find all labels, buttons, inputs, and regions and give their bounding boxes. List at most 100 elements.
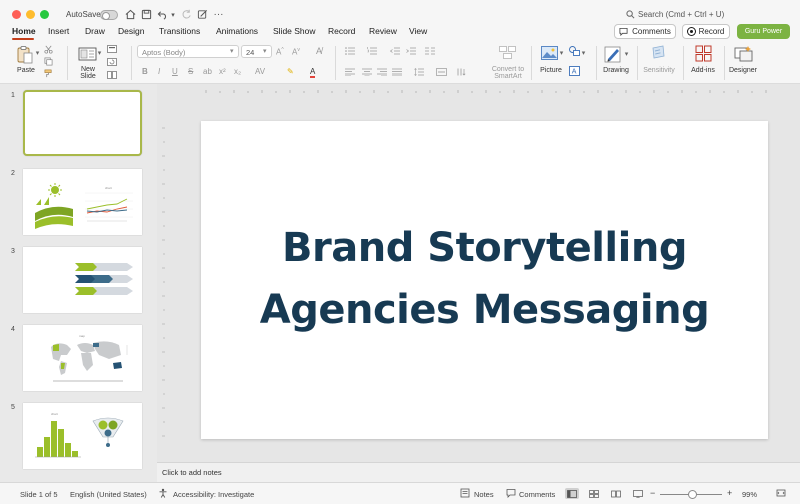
zoom-slider-handle[interactable] [688,490,697,499]
window-minimize-button[interactable] [26,10,35,19]
zoom-in-icon[interactable]: + [727,488,732,498]
add-ins-icon[interactable] [694,44,712,62]
redo-icon[interactable] [180,8,193,21]
status-bar: Slide 1 of 5 English (United States) Acc… [0,482,800,504]
increase-font-icon[interactable]: A^ [276,47,284,57]
reset-slide-icon[interactable] [106,57,117,66]
bullets-icon[interactable] [344,46,356,55]
comments-toggle-button[interactable]: Comments [519,490,555,499]
layout-icon[interactable] [106,44,117,53]
cut-icon[interactable] [43,45,53,54]
record-button[interactable]: Record [682,24,730,39]
section-icon[interactable] [106,70,117,79]
tab-slide-show[interactable]: Slide Show [273,26,316,36]
zoom-out-icon[interactable]: − [650,488,655,498]
search-box[interactable]: Search (Cmd + Ctrl + U) [626,10,724,19]
customize-icon[interactable] [196,8,209,21]
drawing-chevron-icon[interactable]: ▾ [623,50,630,58]
numbering-icon[interactable] [366,46,378,55]
font-name-chevron-icon[interactable]: ▾ [230,45,240,58]
slide-thumbnail-5[interactable]: chart [23,403,142,469]
tab-design[interactable]: Design [118,26,144,36]
notes-toggle-button[interactable]: Notes [474,490,494,499]
autosave-label: AutoSave [66,10,101,19]
bold-icon[interactable]: B [142,67,148,76]
increase-indent-icon[interactable] [405,46,417,55]
line-spacing-icon[interactable] [413,67,425,76]
superscript-icon[interactable]: x² [219,67,226,76]
tab-insert[interactable]: Insert [48,26,69,36]
text-align-vertical-icon[interactable] [435,67,447,76]
paste-chevron-icon[interactable]: ▾ [34,49,41,57]
tab-home[interactable]: Home [12,26,36,36]
slide-sorter-view-icon[interactable] [587,488,601,499]
italic-icon[interactable]: I [158,67,160,76]
drawing-icon[interactable] [603,44,623,64]
tab-draw[interactable]: Draw [85,26,105,36]
undo-dropdown-chevron-icon[interactable]: ▾ [169,8,177,21]
font-size-value: 24 [246,48,255,57]
home-icon[interactable] [124,8,137,21]
tab-transitions[interactable]: Transitions [159,26,200,36]
slide-thumbnail-3[interactable] [23,247,142,313]
slide-title[interactable]: Brand Storytelling Agencies Messaging [201,217,768,341]
picture-icon[interactable] [540,45,558,60]
align-left-icon[interactable] [344,67,356,76]
text-direction-icon[interactable]: AV [255,67,265,76]
shapes-chevron-icon[interactable]: ▾ [580,49,587,57]
new-slide-chevron-icon[interactable]: ▾ [96,49,103,57]
normal-view-icon[interactable] [565,488,579,499]
highlight-icon[interactable]: ✎ [287,67,294,76]
clear-formatting-icon[interactable]: A̸ [316,46,322,56]
notes-pane[interactable]: Click to add notes [157,462,800,482]
zoom-level[interactable]: 99% [742,490,757,499]
fit-to-window-icon[interactable] [776,488,786,500]
guru-power-button[interactable]: Guru Power [737,24,790,39]
slide-thumbnail-2[interactable]: chart [23,169,142,235]
decrease-font-icon[interactable]: Av [292,47,300,57]
font-color-icon[interactable]: A [310,67,316,78]
columns-icon[interactable] [424,46,436,55]
text-direction-vertical-icon[interactable] [455,67,467,76]
convert-smartart-icon[interactable] [498,45,516,59]
justify-icon[interactable] [391,67,403,76]
new-slide-icon[interactable] [77,45,97,63]
window-close-button[interactable] [12,10,21,19]
font-name-select[interactable]: Aptos (Body) [137,45,239,58]
undo-icon[interactable] [156,8,169,21]
text-box-icon[interactable]: A [569,66,580,76]
copy-icon[interactable] [43,57,53,66]
slide-show-view-icon[interactable] [631,488,645,499]
slide-canvas[interactable]: Brand Storytelling Agencies Messaging [201,121,768,439]
slide-title-line-1: Brand Storytelling [282,225,687,271]
tab-record[interactable]: Record [328,26,355,36]
tab-view[interactable]: View [409,26,427,36]
sensitivity-icon[interactable] [649,44,667,62]
decrease-indent-icon[interactable] [389,46,401,55]
font-size-chevron-icon[interactable]: ▾ [263,45,272,58]
autosave-toggle[interactable] [100,10,118,20]
accessibility-status[interactable]: Accessibility: Investigate [173,490,254,499]
tab-review[interactable]: Review [369,26,397,36]
subscript-icon[interactable]: x₂ [234,67,241,76]
format-painter-icon[interactable] [43,69,53,78]
language-status[interactable]: English (United States) [70,490,147,499]
designer-icon[interactable] [733,44,753,62]
slide-position-status: Slide 1 of 5 [20,490,58,499]
shapes-icon[interactable] [569,46,580,56]
slide-thumbnail-1[interactable] [23,90,142,156]
underline-icon[interactable]: U [172,67,178,76]
more-options-icon[interactable]: ··· [212,8,225,21]
reading-view-icon[interactable] [609,488,623,499]
tab-animations[interactable]: Animations [216,26,258,36]
save-icon[interactable] [140,8,153,21]
picture-chevron-icon[interactable]: ▾ [558,49,565,57]
paste-icon[interactable] [15,44,35,64]
shadow-icon[interactable]: ab [203,67,212,76]
window-maximize-button[interactable] [40,10,49,19]
align-right-icon[interactable] [376,67,388,76]
strikethrough-icon[interactable]: S [188,67,193,76]
align-center-icon[interactable] [361,67,373,76]
comments-button[interactable]: Comments [614,24,676,39]
slide-thumbnail-4[interactable]: map [23,325,142,391]
